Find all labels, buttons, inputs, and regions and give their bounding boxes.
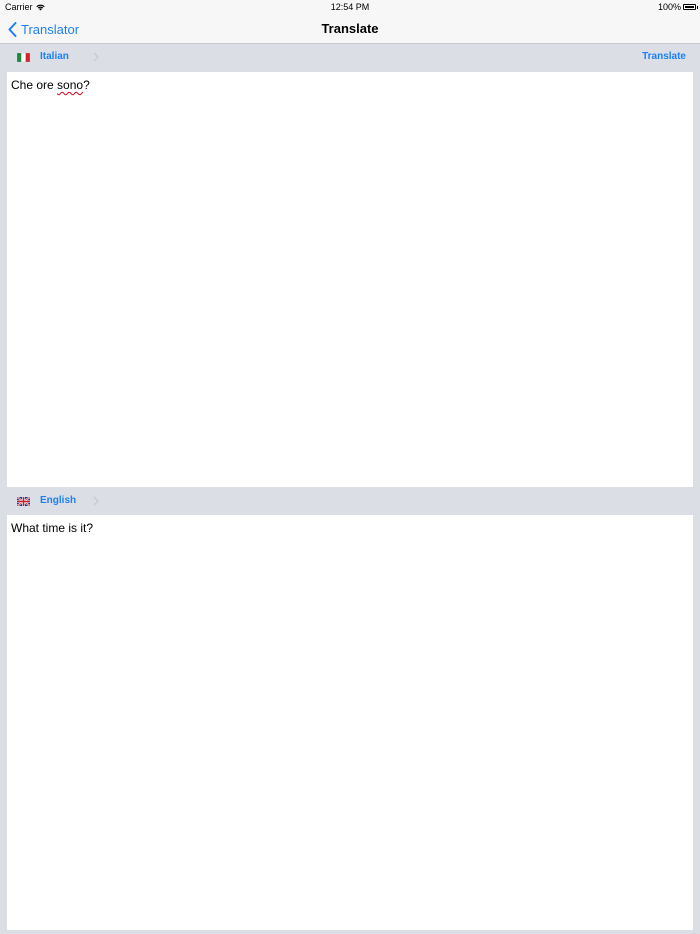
translate-button[interactable]: Translate [642, 44, 686, 70]
source-text-input[interactable]: Che ore sono? [7, 72, 693, 487]
status-bar: Carrier 12:54 PM 100% [0, 0, 700, 14]
misspelled-word: sono [57, 78, 84, 92]
target-language-selector[interactable]: English [40, 488, 76, 514]
translation-output[interactable]: What time is it? [7, 515, 693, 930]
battery-status: 100% [657, 0, 698, 14]
uk-flag-icon [17, 497, 30, 506]
source-language-row: Italian Translate [0, 44, 700, 70]
source-text-part: ? [83, 78, 90, 92]
page-title: Translate [321, 21, 379, 36]
target-language-row: English [0, 488, 700, 514]
battery-percent: 100% [657, 2, 681, 12]
source-text-part: Che ore [11, 78, 58, 92]
chevron-right-icon [93, 52, 99, 62]
italy-flag-icon [17, 53, 30, 62]
battery-icon [683, 4, 698, 10]
navigation-bar: Translator Translate [0, 14, 700, 44]
status-time: 12:54 PM [330, 2, 370, 12]
chevron-right-icon [93, 496, 99, 506]
source-language-selector[interactable]: Italian [40, 44, 69, 70]
translation-text: What time is it? [11, 521, 94, 535]
